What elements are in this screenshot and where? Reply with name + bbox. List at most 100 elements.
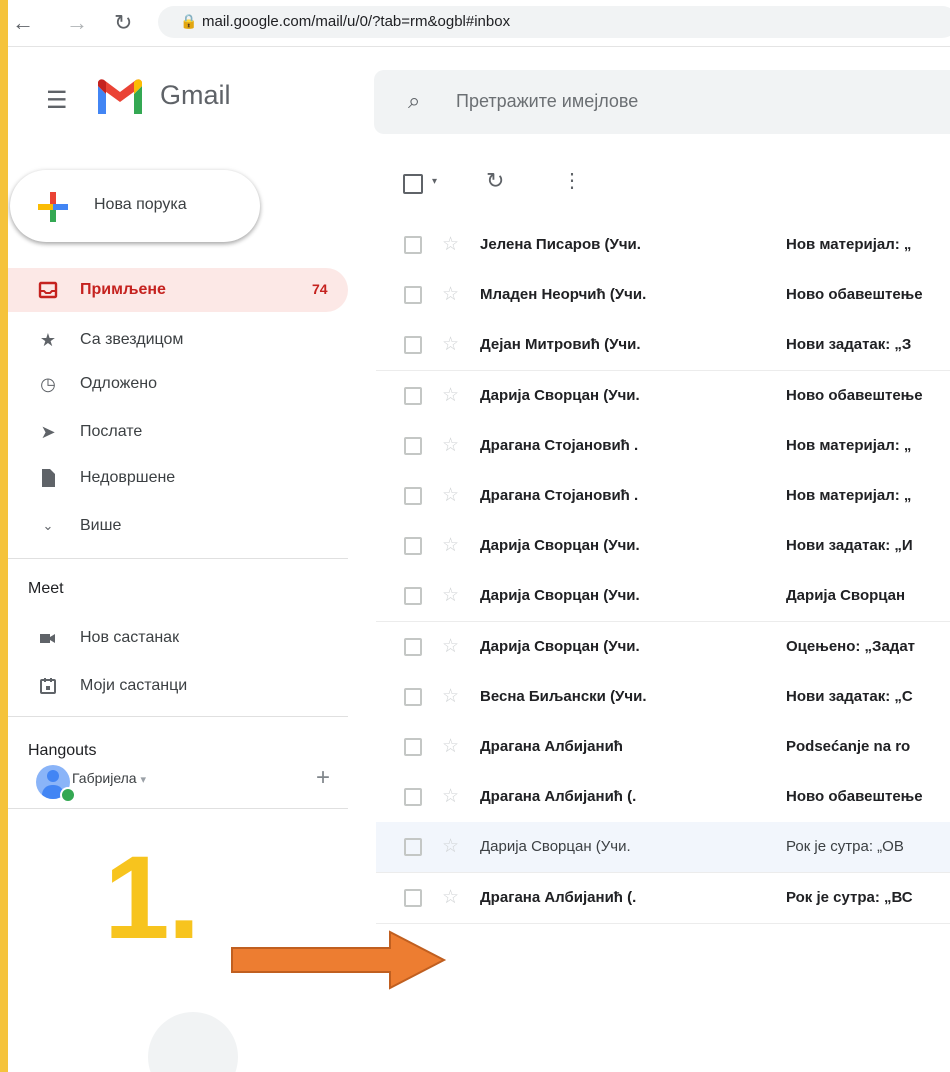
gmail-logo-icon[interactable] — [94, 78, 146, 116]
email-row[interactable]: ☆ Весна Биљански (Учи. Нови задатак: „С — [376, 671, 950, 723]
search-placeholder[interactable]: Претражите имејлове — [456, 91, 638, 112]
sidebar-item-label: Послате — [80, 423, 143, 440]
sidebar-item-label: Одложено — [80, 375, 157, 392]
email-row[interactable]: ☆ Младен Неорчић (Учи. Ново обавештење — [376, 270, 950, 322]
row-checkbox[interactable] — [404, 487, 422, 505]
email-sender: Драгана Албијанић (. — [480, 888, 637, 906]
email-subject: Ново обавештење — [786, 286, 923, 304]
search-icon[interactable]: ⌕ — [408, 88, 420, 114]
sidebar-item-snoozed[interactable]: ◷ Одложено — [8, 362, 348, 406]
row-checkbox[interactable] — [404, 336, 422, 355]
main-menu-icon[interactable]: ☰ — [46, 86, 68, 115]
email-sender: Дејан Митровић (Учи. — [480, 336, 641, 354]
sidebar-item-more[interactable]: ⌄ Више — [8, 504, 348, 548]
compose-label: Нова порука — [94, 196, 187, 213]
hangouts-user-name[interactable]: Габријела ▾ — [72, 770, 146, 786]
reload-icon[interactable]: ↻ — [114, 10, 132, 36]
row-checkbox[interactable] — [404, 236, 422, 254]
sidebar-item-label: Примљене — [80, 281, 166, 298]
select-all-checkbox[interactable] — [403, 174, 423, 194]
star-icon[interactable]: ☆ — [442, 835, 459, 858]
sidebar-item-starred[interactable]: ★ Са звездицом — [8, 318, 348, 362]
email-subject: Ново обавештење — [786, 386, 923, 404]
email-sender: Весна Биљански (Учи. — [480, 687, 647, 705]
star-icon[interactable]: ☆ — [442, 434, 459, 457]
email-subject: Нови задатак: „З — [786, 336, 912, 354]
draft-icon — [42, 469, 55, 487]
address-bar[interactable]: 🔒 mail.google.com/mail/u/0/?tab=rm&ogbl#… — [158, 6, 950, 38]
annotation-number: 1. — [104, 832, 200, 964]
email-row[interactable]: ☆ Драгана Стојановић . Нов материјал: „ — [376, 420, 950, 472]
row-checkbox[interactable] — [404, 687, 422, 706]
more-options-icon[interactable]: ⋮ — [562, 168, 582, 193]
star-icon[interactable]: ☆ — [442, 735, 459, 758]
email-subject: Ново обавештење — [786, 788, 923, 806]
sidebar-item-drafts[interactable]: Недовршене — [8, 456, 348, 500]
url-text: mail.google.com/mail/u/0/?tab=rm&ogbl#in… — [202, 13, 511, 30]
star-icon[interactable]: ☆ — [442, 484, 459, 507]
search-bar[interactable]: ⌕ Претражите имејлове — [374, 70, 950, 134]
add-contact-icon[interactable]: + — [316, 764, 330, 792]
email-row[interactable]: ☆ Драгана Албијанић (. Рок је сутра: „ВС — [376, 872, 950, 924]
email-subject: Нов материјал: „ — [786, 487, 912, 504]
inbox-icon — [38, 281, 58, 299]
email-row[interactable]: ☆ Дарија Сворцан (Учи. Нови задатак: „И — [376, 521, 950, 573]
brand-name: Gmail — [160, 80, 231, 110]
row-checkbox[interactable] — [404, 386, 422, 405]
star-icon[interactable]: ☆ — [442, 384, 459, 407]
row-checkbox[interactable] — [404, 738, 422, 756]
email-row[interactable]: ☆ Драгана Албијанић (. Ново обавештење — [376, 772, 950, 824]
sidebar-divider — [8, 558, 348, 559]
row-checkbox[interactable] — [404, 888, 422, 907]
back-icon[interactable]: ← — [12, 10, 34, 36]
star-icon[interactable]: ☆ — [442, 233, 459, 256]
unread-count-badge: 74 — [312, 281, 328, 297]
chevron-down-icon[interactable]: ▾ — [432, 176, 437, 187]
row-checkbox[interactable] — [404, 838, 422, 857]
sidebar-item-my-meetings[interactable]: Моји састанци — [8, 664, 348, 708]
email-sender: Дарија Сворцан (Учи. — [480, 637, 640, 655]
row-checkbox[interactable] — [404, 436, 422, 455]
email-row[interactable]: ☆ Дејан Митровић (Учи. Нови задатак: „З — [376, 320, 950, 372]
star-icon[interactable]: ☆ — [442, 584, 459, 607]
email-row[interactable]: ☆ Драгана Стојановић . Нов материјал: „ — [376, 471, 950, 522]
star-icon[interactable]: ☆ — [442, 886, 459, 909]
email-sender: Дарија Сворцан (Учи. — [480, 587, 640, 605]
email-sender: Драгана Албијанић (. — [480, 788, 637, 806]
email-row[interactable]: ☆ Дарија Сворцан (Учи. Ново обавештење — [376, 370, 950, 422]
email-row[interactable]: ☆ Дарија Сворцан (Учи. Оцењено: „Задат — [376, 621, 950, 673]
sidebar-item-inbox[interactable]: Примљене 74 — [8, 268, 348, 312]
email-subject: Рок је сутра: „ОВ — [786, 838, 904, 856]
email-sender: Дарија Сворцан (Учи. — [480, 838, 631, 856]
arrow-icon — [231, 930, 447, 990]
email-row[interactable]: ☆ Драгана Албијанић Podsećanje na ro — [376, 722, 950, 773]
email-row[interactable]: ☆ Дарија Сворцан (Учи. Рок је сутра: „ОВ — [376, 822, 950, 874]
star-icon[interactable]: ☆ — [442, 283, 459, 306]
plus-icon — [38, 192, 68, 222]
star-icon[interactable]: ☆ — [442, 333, 459, 356]
sidebar-item-label: Више — [80, 517, 122, 534]
sidebar-item-sent[interactable]: ➤ Послате — [8, 410, 348, 454]
row-checkbox[interactable] — [404, 788, 422, 807]
star-icon[interactable]: ☆ — [442, 685, 459, 708]
browser-toolbar: ← → ↻ 🔒 mail.google.com/mail/u/0/?tab=rm… — [8, 0, 950, 47]
row-checkbox[interactable] — [404, 637, 422, 656]
lock-icon: 🔒 — [180, 13, 198, 29]
hangouts-start-button[interactable] — [148, 1012, 238, 1072]
sidebar-item-new-meeting[interactable]: Нов састанак — [8, 616, 348, 660]
star-icon[interactable]: ☆ — [442, 635, 459, 658]
star-icon[interactable]: ☆ — [442, 785, 459, 808]
refresh-icon[interactable]: ↻ — [486, 168, 504, 194]
row-checkbox[interactable] — [404, 537, 422, 556]
email-sender: Дарија Сворцан (Учи. — [480, 386, 640, 404]
forward-icon[interactable]: → — [66, 10, 88, 36]
compose-button[interactable]: Нова порука — [10, 170, 260, 242]
star-icon[interactable]: ☆ — [442, 534, 459, 557]
email-sender: Драгана Албијанић — [480, 738, 623, 755]
row-checkbox[interactable] — [404, 286, 422, 305]
email-row[interactable]: ☆ Дарија Сворцан (Учи. Дарија Сворцан — [376, 571, 950, 623]
email-sender: Младен Неорчић (Учи. — [480, 286, 647, 304]
calendar-icon — [40, 678, 56, 694]
row-checkbox[interactable] — [404, 587, 422, 606]
email-row[interactable]: ☆ Јелена Писаров (Учи. Нов материјал: „ — [376, 220, 950, 271]
